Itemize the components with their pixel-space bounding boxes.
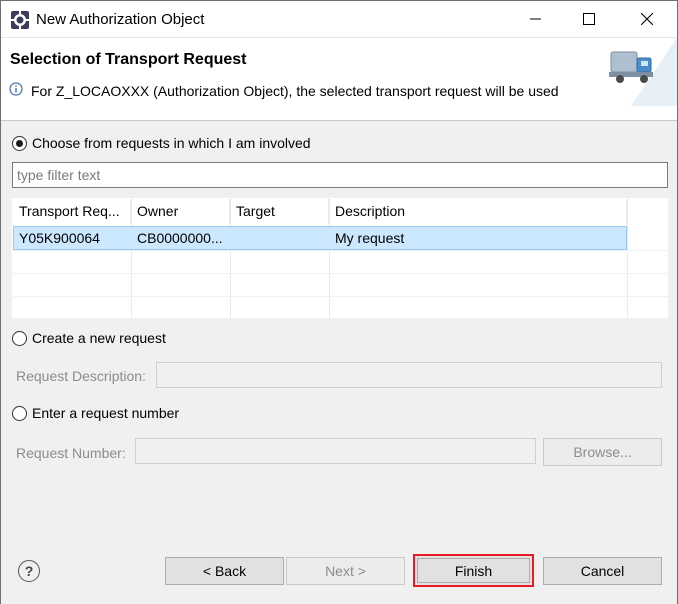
table-row[interactable]: Y05K900064 CB0000000... My request [13, 226, 627, 250]
table-row-divider [13, 250, 669, 251]
cell-target [231, 227, 330, 249]
next-button[interactable]: Next > [286, 557, 405, 585]
header-message: For Z_LOCAOXXX (Authorization Object), t… [31, 83, 559, 99]
minimize-button[interactable] [513, 1, 559, 37]
window-title: New Authorization Object [36, 11, 205, 28]
enter-request-number-radio[interactable] [12, 406, 27, 421]
title-bar: New Authorization Object [1, 1, 677, 38]
page-title: Selection of Transport Request [10, 51, 247, 68]
finish-button-label: Finish [417, 558, 530, 583]
table-column-divider [627, 199, 628, 319]
back-button[interactable]: < Back [165, 557, 284, 585]
dialog-window: New Authorization Object Selection of Tr… [0, 0, 678, 604]
wizard-content: Choose from requests in which I am invol… [1, 122, 677, 532]
maximize-button[interactable] [566, 1, 612, 37]
column-header-owner[interactable]: Owner [131, 199, 230, 224]
help-icon[interactable]: ? [18, 560, 40, 582]
truck-banner-image [601, 38, 677, 106]
table-row-divider [13, 296, 669, 297]
maximize-icon [583, 13, 595, 25]
cell-description: My request [335, 230, 405, 246]
request-description-label: Request Description: [16, 368, 146, 384]
table-row-divider [13, 273, 669, 274]
wizard-footer: ? < Back Next > Finish Cancel [1, 532, 677, 604]
truck-icon [609, 38, 677, 106]
cancel-button[interactable]: Cancel [543, 557, 662, 585]
create-request-label[interactable]: Create a new request [32, 330, 166, 346]
finish-button[interactable]: Finish [413, 554, 534, 587]
request-number-label: Request Number: [16, 445, 126, 461]
filter-input[interactable] [12, 162, 668, 188]
cell-owner: CB0000000... [137, 230, 223, 246]
transport-request-table: Transport Req... Owner Target Descriptio… [12, 198, 669, 319]
create-request-radio[interactable] [12, 331, 27, 346]
column-header-transport-request[interactable]: Transport Req... [13, 199, 131, 224]
wizard-header: Selection of Transport Request For Z_LOC… [1, 38, 677, 121]
close-icon [641, 13, 653, 25]
column-header-description[interactable]: Description [329, 199, 627, 224]
choose-requests-radio[interactable] [12, 136, 27, 151]
cell-transport-request: Y05K900064 [19, 230, 100, 246]
column-header-target[interactable]: Target [230, 199, 329, 224]
choose-requests-label[interactable]: Choose from requests in which I am invol… [32, 135, 311, 151]
enter-request-number-label[interactable]: Enter a request number [32, 405, 179, 421]
minimize-icon [530, 18, 541, 20]
request-description-input[interactable] [156, 362, 662, 388]
browse-button[interactable]: Browse... [543, 438, 662, 466]
info-icon [9, 82, 23, 96]
eclipse-app-icon [11, 11, 29, 29]
request-number-input[interactable] [135, 438, 536, 464]
close-button[interactable] [624, 1, 670, 37]
